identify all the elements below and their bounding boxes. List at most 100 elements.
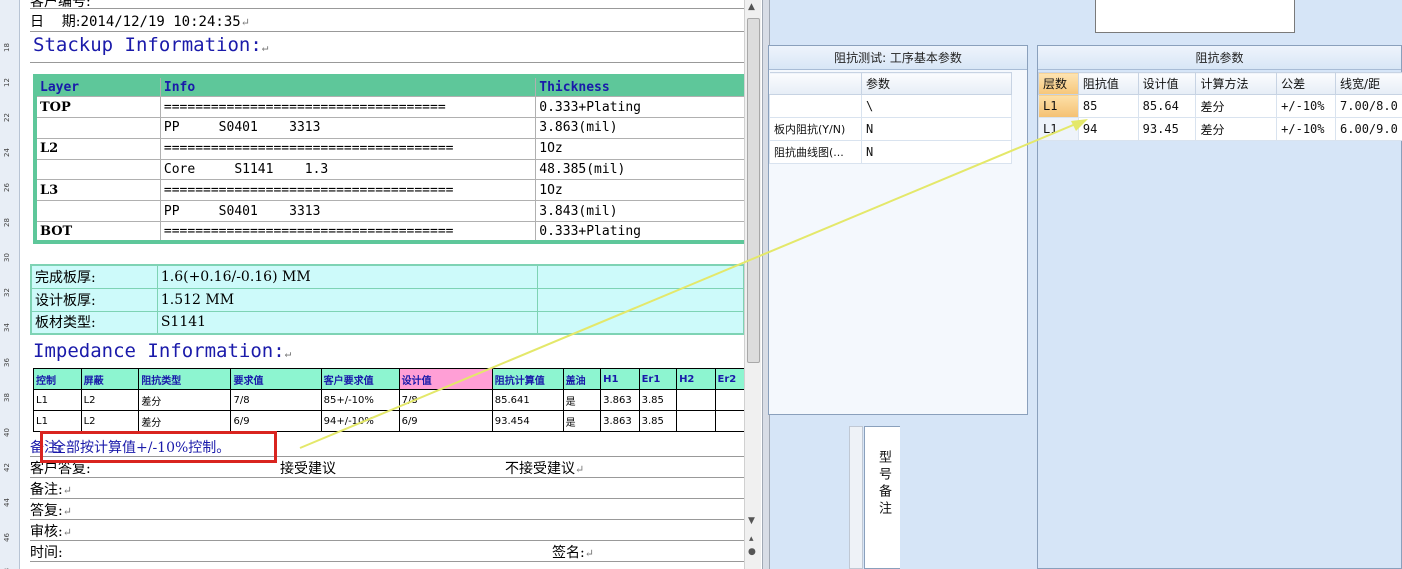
browse-object-icon[interactable]: ● — [748, 547, 756, 557]
process-name[interactable]: 阻抗曲线图(... — [769, 140, 862, 164]
process-name[interactable]: 板内阻抗(Y/N) — [769, 117, 862, 141]
imp-cell: L1 — [33, 389, 82, 411]
scrollbar-thumb[interactable] — [747, 18, 760, 363]
stackup-info: ===================================== — [159, 138, 536, 160]
board-empty — [536, 287, 745, 312]
document-scrollbar[interactable]: ▲ ▼ ▴ ● — [744, 0, 761, 569]
stackup-info: PP S0401 3313 — [159, 200, 536, 223]
impedance-row: L1 L2 差分 7/8 85+/-10% 7/8 85.641 是 3.863… — [33, 389, 747, 411]
process-params-panel: 阻抗测试: 工序基本参数 参数 \ 板内阻抗(Y/N) N 阻抗曲线图(... N — [768, 45, 1028, 415]
stackup-row: PP S0401 3313 3.843(mil) — [32, 200, 745, 223]
scroll-down-icon[interactable]: ▼ — [748, 516, 755, 526]
ruler-number: 32 — [3, 288, 11, 297]
grid-cell-tolerance[interactable]: +/-10% — [1276, 117, 1337, 141]
board-label: 设计板厚: — [30, 287, 158, 312]
process-row[interactable]: 板内阻抗(Y/N) N — [769, 117, 1012, 141]
impedance-params-grid: 层数 阻抗值 设计值 计算方法 公差 线宽/距 L1 85 85.64 差分 +… — [1038, 72, 1402, 141]
grid-cell-linewidth[interactable]: 6.00/9.0 — [1335, 117, 1402, 141]
imp-cell: 差分 — [138, 410, 232, 432]
imp-header-cell: H2 — [676, 368, 716, 390]
imp-cell: 3.85 — [638, 389, 678, 411]
customer-number-line: 客户编号: — [30, 0, 91, 10]
stackup-row: TOP ==================================== 0… — [32, 96, 745, 119]
grid-header-impedance[interactable]: 阻抗值 — [1077, 72, 1139, 95]
imp-cell — [714, 410, 747, 432]
stackup-info: PP S0401 3313 — [159, 117, 536, 139]
impedance-header-row: 控制 屏蔽 阻抗类型 要求值 客户要求值 设计值 阻抗计算值 盖油 H1 Er1… — [33, 368, 747, 390]
imp-cell: 94+/-10% — [320, 410, 400, 432]
imp-cell: 6/9 — [230, 410, 322, 432]
board-row: 完成板厚: 1.6(+0.16/-0.16) MM — [30, 264, 745, 289]
grid-header-layer[interactable]: 层数 — [1038, 72, 1079, 95]
imp-header-cell: 要求值 — [230, 368, 322, 390]
stackup-row: Core S1141 1.3 48.385(mil) — [32, 159, 745, 181]
document-body[interactable]: 客户编号: 日 期:2014/12/19 10:24:35↵ Stackup I… — [30, 0, 747, 569]
stackup-layer: L3 — [32, 179, 161, 202]
ruler-number: 44 — [3, 498, 11, 507]
grid-cell-design[interactable]: 93.45 — [1137, 117, 1197, 141]
stackup-row: L3 ===================================== 1… — [32, 179, 745, 202]
ruler-number: 22 — [3, 113, 11, 122]
impedance-grid-row[interactable]: L1 85 85.64 差分 +/-10% 7.00/8.0 — [1038, 94, 1402, 118]
previous-page-icon[interactable]: ▴ — [749, 534, 754, 544]
stackup-row: PP S0401 3313 3.863(mil) — [32, 117, 745, 139]
process-value[interactable]: \ — [861, 94, 1012, 118]
note-scrollbar[interactable] — [849, 426, 863, 569]
model-note-area[interactable] — [900, 426, 1031, 569]
grid-cell-tolerance[interactable]: +/-10% — [1276, 94, 1337, 118]
impedance-grid-row[interactable]: L1 94 93.45 差分 +/-10% 6.00/9.0 — [1038, 117, 1402, 141]
stackup-header-thickness: Thickness — [535, 76, 745, 98]
grid-cell-method[interactable]: 差分 — [1195, 117, 1278, 141]
ruler-number: 30 — [3, 253, 11, 262]
ruler-number: 36 — [3, 358, 11, 367]
board-row: 设计板厚: 1.512 MM — [30, 287, 745, 312]
imp-header-cell: 控制 — [33, 368, 82, 390]
grid-cell-layer[interactable]: L1 — [1038, 117, 1079, 141]
grid-cell-method[interactable]: 差分 — [1195, 94, 1278, 118]
process-row[interactable]: 阻抗曲线图(... N — [769, 140, 1012, 164]
impedance-table: 控制 屏蔽 阻抗类型 要求值 客户要求值 设计值 阻抗计算值 盖油 H1 Er1… — [33, 368, 747, 432]
reply-line: 答复:↵ — [30, 503, 72, 519]
process-name[interactable] — [769, 94, 862, 118]
ruler-number: 42 — [3, 463, 11, 472]
board-empty — [536, 310, 745, 335]
imp-cell: 93.454 — [491, 410, 564, 432]
grid-header-linewidth[interactable]: 线宽/距 — [1335, 72, 1402, 95]
grid-cell-design[interactable]: 85.64 — [1137, 94, 1197, 118]
imp-cell: 3.863 — [600, 389, 640, 411]
divider-line — [30, 8, 744, 9]
stackup-table: Layer Info Thickness TOP ================… — [32, 74, 745, 245]
imp-cell: 6/9 — [398, 410, 493, 432]
stackup-layer: BOT — [32, 221, 161, 243]
date-line: 日 期:2014/12/19 10:24:35↵ — [30, 14, 250, 30]
ruler-number: 38 — [3, 393, 11, 402]
ruler-number: 24 — [3, 148, 11, 157]
grid-cell-impedance[interactable]: 94 — [1077, 117, 1139, 141]
grid-header-design[interactable]: 设计值 — [1137, 72, 1197, 95]
stackup-layer — [32, 117, 161, 139]
board-info-table: 完成板厚: 1.6(+0.16/-0.16) MM 设计板厚: 1.512 MM 板… — [30, 264, 745, 335]
document-pane[interactable]: 18122224262830323436384042444648 客户编号: 日… — [0, 0, 762, 569]
vertical-ruler: 18122224262830323436384042444648 — [0, 0, 20, 569]
time-line: 时间: — [30, 545, 63, 561]
imp-cell: 差分 — [138, 389, 232, 411]
grid-cell-layer[interactable]: L1 — [1038, 94, 1079, 118]
remark-text: 全部按计算值+/-10%控制。 — [52, 440, 231, 456]
stackup-thickness: 1Oz — [535, 138, 745, 160]
scroll-up-icon[interactable]: ▲ — [748, 2, 755, 12]
imp-header-cell: 盖油 — [562, 368, 602, 390]
grid-cell-impedance[interactable]: 85 — [1077, 94, 1139, 118]
process-value[interactable]: N — [861, 117, 1012, 141]
process-row[interactable]: \ — [769, 94, 1012, 118]
stackup-thickness: 3.863(mil) — [535, 117, 745, 139]
grid-header-method[interactable]: 计算方法 — [1195, 72, 1278, 95]
imp-cell: 7/8 — [398, 389, 493, 411]
imp-header-cell: Er1 — [638, 368, 678, 390]
grid-cell-linewidth[interactable]: 7.00/8.0 — [1335, 94, 1402, 118]
stackup-layer: TOP — [32, 96, 161, 119]
grid-header-tolerance[interactable]: 公差 — [1276, 72, 1337, 95]
imp-header-cell: 阻抗类型 — [138, 368, 232, 390]
board-value: S1141 — [156, 310, 538, 335]
process-value[interactable]: N — [861, 140, 1012, 164]
imp-header-cell: 屏蔽 — [80, 368, 140, 390]
